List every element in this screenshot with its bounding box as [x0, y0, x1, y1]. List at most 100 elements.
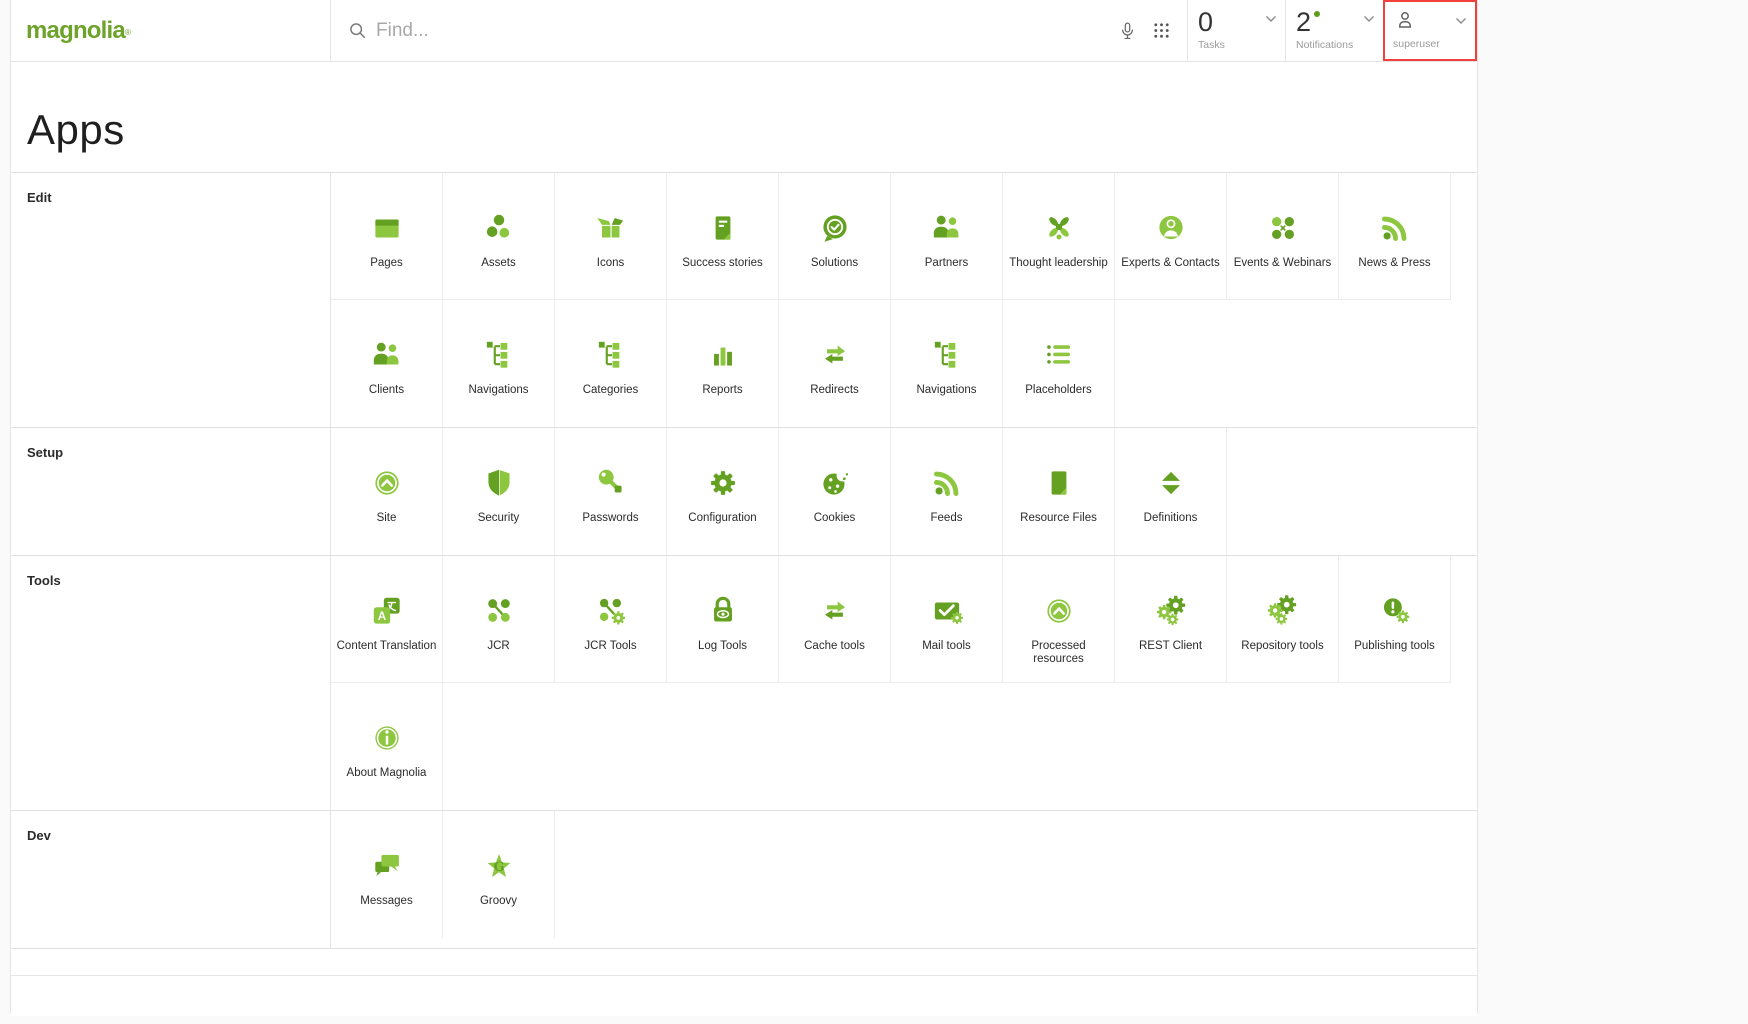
section-label: Dev	[27, 828, 330, 843]
app-tile-assets[interactable]: Assets	[443, 173, 555, 300]
app-tile-redirects[interactable]: Redirects	[779, 300, 891, 427]
tile-row: AContent TranslationJCRJCR ToolsLog Tool…	[331, 556, 1477, 683]
app-tile-publishing-tools[interactable]: Publishing tools	[1339, 556, 1451, 683]
app-tile-label: REST Client	[1115, 640, 1226, 653]
app-tile-about-magnolia[interactable]: About Magnolia	[331, 683, 443, 810]
translate-icon: A	[368, 592, 406, 630]
app-tile-feeds[interactable]: Feeds	[891, 428, 1003, 555]
app-tile-thought-leadership[interactable]: Thought leadership	[1003, 173, 1115, 300]
app-tile-log-tools[interactable]: Log Tools	[667, 556, 779, 683]
app-tile-passwords[interactable]: Passwords	[555, 428, 667, 555]
app-tile-groovy[interactable]: GGroovy	[443, 811, 555, 938]
section-tiles: PagesAssetsIconsSuccess storiesSolutions…	[331, 173, 1477, 427]
app-tile-placeholders[interactable]: Placeholders	[1003, 300, 1115, 427]
groovy-icon: G	[480, 847, 518, 885]
app-tile-label: Repository tools	[1227, 640, 1338, 653]
app-tile-label: Experts & Contacts	[1115, 257, 1226, 270]
notifications-panel[interactable]: 2 Notifications	[1285, 0, 1383, 61]
circle-chevron-icon	[1040, 592, 1078, 630]
app-tile-label: Site	[331, 512, 442, 525]
app-tile-label: Messages	[331, 895, 442, 908]
tile-row: ClientsNavigationsCategoriesReportsRedir…	[331, 300, 1477, 427]
app-tile-label: Categories	[555, 384, 666, 397]
chevron-down-icon	[1265, 10, 1277, 28]
app-tile-mail-tools[interactable]: Mail tools	[891, 556, 1003, 683]
arrows-icon	[816, 336, 854, 374]
section-setup: SetupSiteSecurityPasswordsConfigurationC…	[11, 428, 1477, 556]
success-stories-icon	[704, 209, 742, 247]
section-dev: Dev MessagesGGroovy	[11, 811, 1477, 949]
app-tile-rest-client[interactable]: REST Client	[1115, 556, 1227, 683]
app-tile-cache-tools[interactable]: Cache tools	[779, 556, 891, 683]
tasks-count: 0	[1198, 7, 1275, 37]
app-tile-label: Partners	[891, 257, 1002, 270]
microphone-icon[interactable]	[1117, 20, 1138, 42]
gear-icon	[704, 464, 742, 502]
app-tile-label: Configuration	[667, 512, 778, 525]
user-panel[interactable]: superuser	[1383, 0, 1477, 61]
app-tile-categories[interactable]: Categories	[555, 300, 667, 427]
app-tile-label: Pages	[331, 257, 442, 270]
gears-icon	[1152, 592, 1190, 630]
logo-trademark: ®	[125, 28, 131, 37]
solutions-icon	[816, 209, 854, 247]
chevron-down-icon	[1363, 10, 1375, 28]
tree-icon	[928, 336, 966, 374]
user-icon	[1393, 8, 1417, 37]
app-tile-resource-files[interactable]: Resource Files	[1003, 428, 1115, 555]
page-title: Apps	[27, 106, 1477, 154]
section-tools: ToolsAContent TranslationJCRJCR ToolsLog…	[11, 556, 1477, 811]
notifications-count: 2	[1296, 7, 1373, 37]
app-tile-label: Redirects	[779, 384, 890, 397]
app-tile-site[interactable]: Site	[331, 428, 443, 555]
app-tile-solutions[interactable]: Solutions	[779, 173, 891, 300]
app-tile-clients[interactable]: Clients	[331, 300, 443, 427]
section-label: Edit	[27, 190, 330, 205]
app-tile-icons[interactable]: Icons	[555, 173, 667, 300]
arrows-icon	[816, 592, 854, 630]
app-tile-repository-tools[interactable]: Repository tools	[1227, 556, 1339, 683]
app-tile-label: Log Tools	[667, 640, 778, 653]
app-tile-messages[interactable]: Messages	[331, 811, 443, 938]
app-tile-navigations[interactable]: Navigations	[891, 300, 1003, 427]
app-tile-news-press[interactable]: News & Press	[1339, 173, 1451, 300]
header: magnolia® 0 Tasks 2	[11, 0, 1477, 62]
app-tile-success-stories[interactable]: Success stories	[667, 173, 779, 300]
app-tile-label: Definitions	[1115, 512, 1226, 525]
file-icon	[1040, 464, 1078, 502]
user-name: superuser	[1393, 38, 1467, 50]
app-tile-processed-resources[interactable]: Processed resources	[1003, 556, 1115, 683]
gears2-icon	[1264, 592, 1302, 630]
section-label: Setup	[27, 445, 330, 460]
rss-icon	[928, 464, 966, 502]
notifications-label: Notifications	[1296, 39, 1373, 51]
experts-contacts-icon	[1152, 209, 1190, 247]
app-tile-experts-contacts[interactable]: Experts & Contacts	[1115, 173, 1227, 300]
app-tile-label: Clients	[331, 384, 442, 397]
app-tile-reports[interactable]: Reports	[667, 300, 779, 427]
svg-text:A: A	[377, 610, 386, 623]
clients-icon	[368, 336, 406, 374]
jcr-tools-icon	[592, 592, 630, 630]
app-tile-cookies[interactable]: Cookies	[779, 428, 891, 555]
section-tiles: SiteSecurityPasswordsConfigurationCookie…	[331, 428, 1477, 555]
app-tile-label: Feeds	[891, 512, 1002, 525]
app-tile-jcr[interactable]: JCR	[443, 556, 555, 683]
app-tile-pages[interactable]: Pages	[331, 173, 443, 300]
tasks-panel[interactable]: 0 Tasks	[1187, 0, 1285, 61]
app-tile-events-webinars[interactable]: Events & Webinars	[1227, 173, 1339, 300]
app-tile-content-translation[interactable]: AContent Translation	[331, 556, 443, 683]
app-tile-configuration[interactable]: Configuration	[667, 428, 779, 555]
search-input[interactable]	[376, 20, 1117, 42]
app-tile-navigations[interactable]: Navigations	[443, 300, 555, 427]
cookie-icon	[816, 464, 854, 502]
triangles-icon	[1152, 464, 1190, 502]
apps-grid-icon[interactable]	[1152, 21, 1171, 40]
app-tile-definitions[interactable]: Definitions	[1115, 428, 1227, 555]
app-tile-security[interactable]: Security	[443, 428, 555, 555]
app-tile-label: Processed resources	[1003, 640, 1114, 666]
app-tile-partners[interactable]: Partners	[891, 173, 1003, 300]
notifications-count-value: 2	[1296, 7, 1311, 37]
notification-dot	[1314, 11, 1320, 17]
app-tile-jcr-tools[interactable]: JCR Tools	[555, 556, 667, 683]
